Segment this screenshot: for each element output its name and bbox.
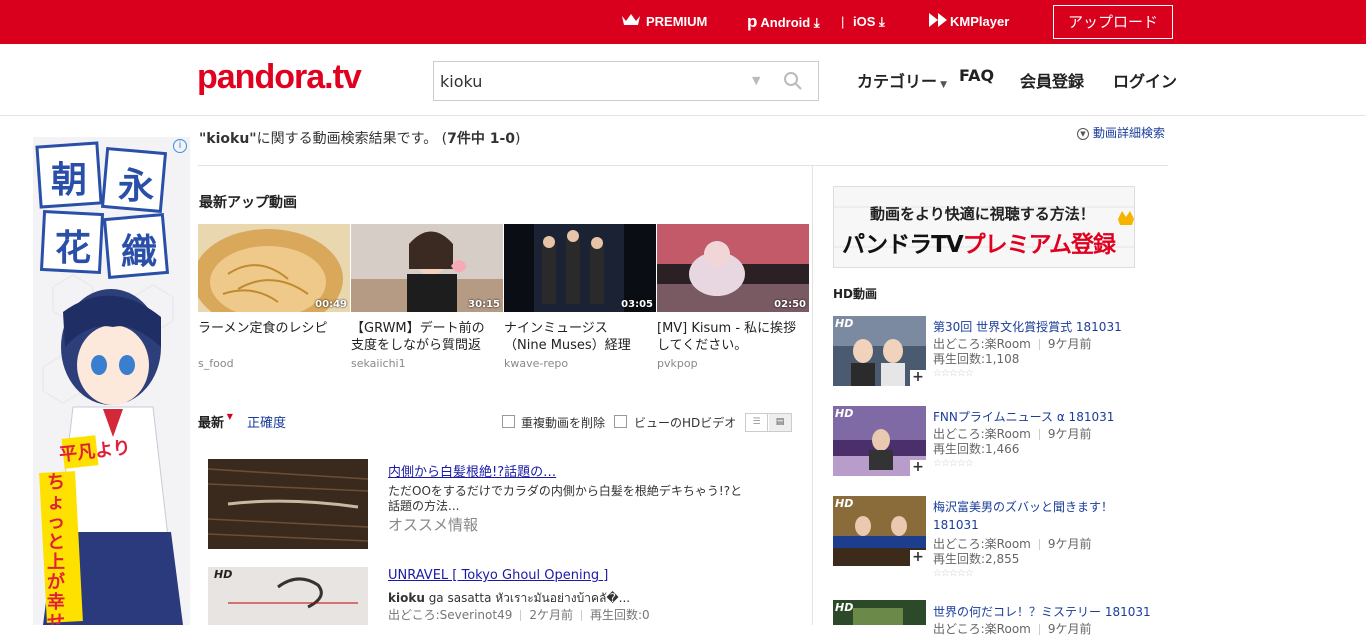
hd-badge: HD [835, 497, 854, 510]
hd-section-title: HD動画 [833, 287, 878, 301]
hd-view-checkbox[interactable] [614, 415, 627, 428]
ad-kanji-1: 朝 [51, 160, 88, 201]
hd-plays-2: 再生回数:1,466 [933, 442, 1020, 456]
list-meta-2: 出どころ:Severinot49 2ケ月前 再生回数:0 [388, 608, 650, 622]
ad-slogan-2: ちょっと上が幸せ [47, 472, 65, 626]
hd-title-2[interactable]: FNNプライムニュース α 181031 [933, 408, 1114, 425]
hd-thumb-4[interactable]: HD [833, 600, 926, 625]
rating-stars-icon: ☆☆☆☆☆ [933, 368, 974, 379]
add-icon[interactable]: + [910, 550, 926, 566]
logo[interactable]: pandora.tv [197, 58, 362, 97]
hd-view-label: ビューのHDビデオ [634, 416, 737, 430]
caret-down-icon: ▼ [937, 80, 948, 90]
ad-kanji-3: 花 [55, 228, 92, 269]
sort-accuracy[interactable]: 正確度 [247, 412, 286, 431]
rating-stars-icon: ☆☆☆☆☆ [933, 568, 974, 579]
latest-source-4[interactable]: pvkpop [657, 357, 698, 370]
hd-badge: HD [835, 407, 854, 420]
latest-source-3[interactable]: kwave-repo [504, 357, 568, 370]
pandora-p-icon: p [747, 12, 758, 31]
view-toggle: ☰ ▤ [745, 413, 792, 432]
latest-section-title: 最新アップ動画 [199, 195, 297, 211]
hd-badge: HD [835, 317, 854, 330]
list-view-icon[interactable]: ☰ [746, 414, 768, 431]
crown-icon [621, 1, 641, 45]
latest-title-4[interactable]: [MV] Kisum - 私に挨拶してください。 [657, 320, 802, 356]
header: pandora.tv ▼ カテゴリー ▼ FAQ 会員登録 ログイン [0, 44, 1366, 116]
list-thumb-1[interactable] [208, 459, 368, 549]
latest-title-1[interactable]: ラーメン定食のレシピ [198, 320, 343, 356]
hd-thumb-2[interactable]: HD + [833, 406, 926, 476]
duration: 02:50 [774, 299, 806, 310]
premium-banner-line1: 動画をより快適に視聴する方法！ [870, 205, 1095, 223]
ad-choices-icon[interactable]: i [173, 139, 187, 153]
top-bar: PREMIUM p Android ⤓ | iOS ⤓ KMPlayer アップロ… [0, 0, 1366, 44]
add-icon[interactable]: + [910, 370, 926, 386]
hd-meta-4: 出どころ:楽Room 9ケ月前 [933, 622, 1092, 636]
hd-thumb-3[interactable]: HD + [833, 496, 926, 566]
hd-title-3[interactable]: 梅沢富美男のズバッと聞きます！ [933, 498, 1113, 515]
premium-banner-line2: パンドラTVプレミアム登録 [842, 232, 1116, 258]
caret-down-icon: ▼ [224, 412, 233, 421]
hd-plays-3: 再生回数:2,855 [933, 552, 1020, 566]
ad-kanji-4: 織 [121, 232, 158, 273]
list-tag-1: オススメ情報 [388, 516, 479, 534]
duration: 00:49 [315, 299, 347, 310]
upload-button[interactable]: アップロード [1053, 5, 1173, 39]
dedupe-label: 重複動画を削除 [521, 416, 606, 430]
divider [198, 165, 1168, 166]
advanced-search-link[interactable]: ▼ 動画詳細検索 [1077, 124, 1165, 141]
detail-view-icon[interactable]: ▤ [769, 414, 791, 431]
list-title-2[interactable]: UNRAVEL [ Tokyo Ghoul Opening ] [388, 568, 608, 583]
duration: 03:05 [621, 299, 653, 310]
column-divider [812, 166, 813, 625]
premium-link[interactable]: PREMIUM [621, 0, 707, 44]
hd-title-3b[interactable]: 181031 [933, 518, 979, 532]
nav-register[interactable]: 会員登録 [1020, 68, 1084, 92]
latest-title-2[interactable]: 【GRWM】デート前の支度をしながら質問返 [351, 320, 496, 356]
add-icon[interactable]: + [910, 460, 926, 476]
hd-badge: HD [214, 568, 233, 581]
nav-category[interactable]: カテゴリー ▼ [857, 68, 947, 92]
sort-newest[interactable]: 最新 ▼ [198, 412, 233, 431]
hd-title-4[interactable]: 世界の何だコレ！？ミステリー 181031 [933, 603, 1151, 620]
hd-thumb-1[interactable]: HD + [833, 316, 926, 386]
chevron-circle-icon: ▼ [1077, 127, 1089, 140]
latest-thumb-1[interactable]: 00:49 [198, 224, 350, 312]
list-title-1[interactable]: 内側から白髪根絶!?話題の… [388, 461, 556, 480]
left-ad-banner[interactable]: 朝 永 花 織 i 平凡より ちょっと上が幸せ [33, 137, 190, 625]
result-summary: "kioku"に関する動画検索結果です。 (7件中 1-0) [199, 131, 521, 147]
list-desc-2: kioku ga sasatta หัวเราะมันอย่างบ้าคลั�.… [388, 591, 631, 605]
list-thumb-2[interactable]: HD [208, 567, 368, 625]
separator: | [841, 14, 845, 29]
latest-title-3[interactable]: ナインミュージス（Nine Muses）経理 [504, 320, 649, 356]
duration: 30:15 [468, 299, 500, 310]
android-link[interactable]: p Android ⤓ [747, 0, 820, 44]
hd-plays-1: 再生回数:1,108 [933, 352, 1020, 366]
nav-faq[interactable]: FAQ [959, 66, 994, 85]
search-box: ▼ [433, 61, 819, 101]
kmplayer-link[interactable]: KMPlayer [929, 0, 1009, 44]
download-icon: ⤓ [879, 14, 885, 29]
hd-badge: HD [835, 601, 854, 614]
search-input[interactable] [434, 62, 734, 100]
dropdown-arrow-icon[interactable]: ▼ [752, 74, 760, 87]
kmplayer-icon [929, 1, 947, 45]
hd-title-1[interactable]: 第30回 世界文化賞授賞式 181031 [933, 318, 1122, 335]
latest-source-2[interactable]: sekaiichi1 [351, 357, 406, 370]
ios-link[interactable]: iOS ⤓ [853, 0, 885, 44]
list-source-2[interactable]: 出どころ:Severinot49 [388, 608, 512, 622]
nav-login[interactable]: ログイン [1113, 68, 1177, 92]
ad-kanji-2: 永 [118, 166, 155, 207]
premium-banner[interactable]: 動画をより快適に視聴する方法！ パンドラTVプレミアム登録 [833, 186, 1135, 268]
list-desc-1: ただOOをするだけでカラダの内側から白髪を根絶デキちゃう!?と話題の方法... [388, 484, 743, 513]
download-icon: ⤓ [813, 15, 820, 30]
dedupe-checkbox[interactable] [502, 415, 515, 428]
rating-stars-icon: ☆☆☆☆☆ [933, 458, 974, 469]
latest-thumb-4[interactable]: 02:50 [657, 224, 809, 312]
latest-source-1[interactable]: s_food [198, 357, 234, 370]
latest-thumb-3[interactable]: 03:05 [504, 224, 656, 312]
latest-thumb-2[interactable]: 30:15 [351, 224, 503, 312]
search-icon[interactable] [783, 71, 803, 95]
